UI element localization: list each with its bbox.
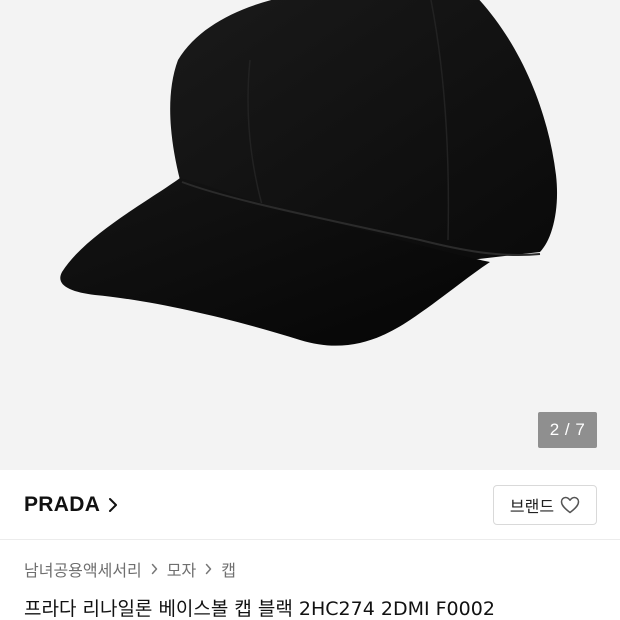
chevron-right-icon <box>151 563 158 575</box>
chevron-right-icon <box>108 497 118 513</box>
product-image-cap <box>60 0 558 346</box>
breadcrumb: 남녀공용액세서리 모자 캡 <box>24 556 236 582</box>
breadcrumb-item-leaf[interactable]: 캡 <box>221 557 236 581</box>
image-page-indicator: 2 / 7 <box>538 412 597 448</box>
brand-like-label: 브랜드 <box>509 497 555 516</box>
product-title: 프라다 리나일론 베이스볼 캡 블랙 2HC274 2DMI F0002 <box>24 598 495 620</box>
brand-row: PRADA 브랜드 <box>0 470 620 540</box>
brand-like-button[interactable]: 브랜드 <box>493 485 597 525</box>
breadcrumb-item-subcategory[interactable]: 모자 <box>167 557 196 581</box>
heart-outline-icon <box>560 496 580 514</box>
brand-name: PRADA <box>24 493 101 516</box>
product-image-gallery[interactable]: 2 / 7 <box>0 0 620 470</box>
chevron-right-icon <box>205 563 212 575</box>
breadcrumb-item-category[interactable]: 남녀공용액세서리 <box>24 557 142 581</box>
brand-link[interactable]: PRADA <box>24 490 118 520</box>
